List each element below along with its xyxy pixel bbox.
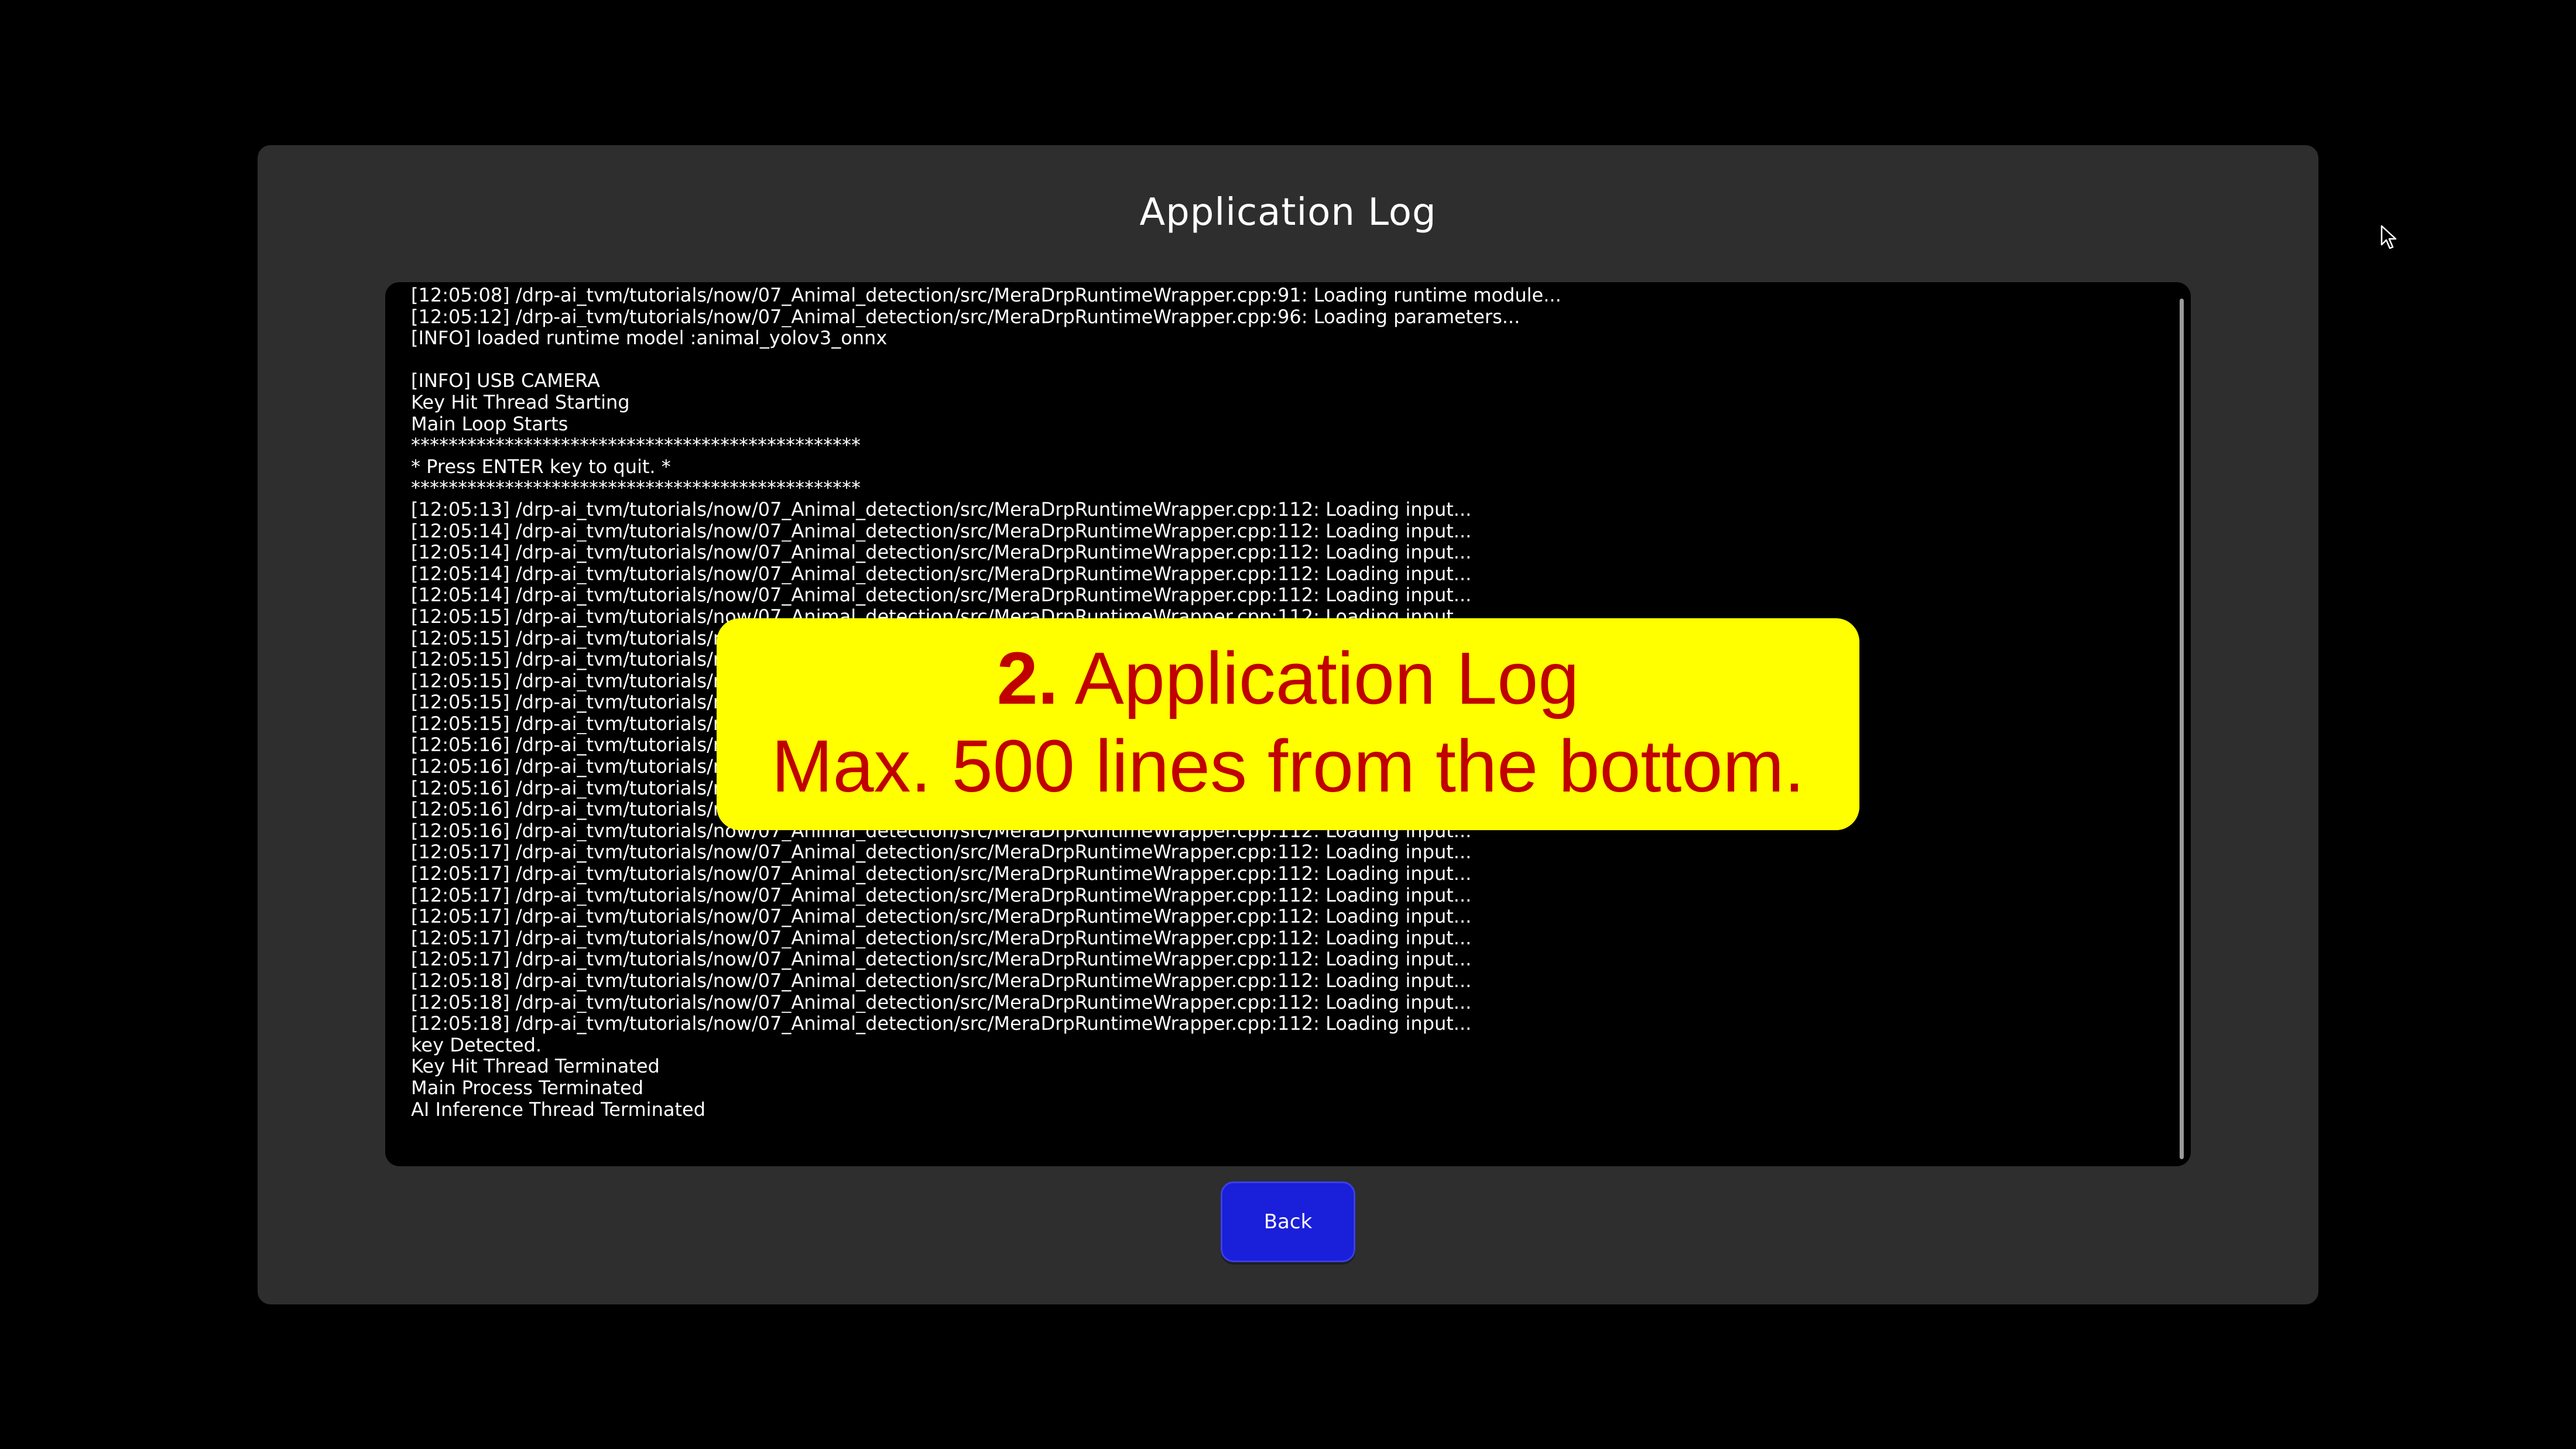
callout-subtitle: Max. 500 lines from the bottom. [771,725,1805,807]
log-line: [12:05:12] /drp-ai_tvm/tutorials/now/07_… [411,306,1520,328]
log-line: ****************************************… [411,477,861,499]
log-line: [12:05:17] /drp-ai_tvm/tutorials/now/07_… [411,884,1472,906]
log-line: [12:05:14] /drp-ai_tvm/tutorials/now/07_… [411,563,1472,585]
callout-title-line: 2. Application Log [717,635,1859,722]
page-title: Application Log [1139,191,1437,234]
annotation-callout: 2. Application Log Max. 500 lines from t… [717,618,1859,830]
callout-number: 2. [996,637,1059,720]
log-line: [12:05:14] /drp-ai_tvm/tutorials/now/07_… [411,542,1472,563]
log-line: [INFO] loaded runtime model :animal_yolo… [411,327,888,349]
log-line: [12:05:17] /drp-ai_tvm/tutorials/now/07_… [411,841,1472,864]
log-line: Key Hit Thread Starting [411,391,630,413]
log-line: [12:05:14] /drp-ai_tvm/tutorials/now/07_… [411,584,1472,606]
log-line: [12:05:18] /drp-ai_tvm/tutorials/now/07_… [411,1013,1472,1034]
log-line: [12:05:18] /drp-ai_tvm/tutorials/now/07_… [411,991,1472,1013]
callout-title: Application Log [1058,637,1580,720]
log-line: AI Inference Thread Terminated [411,1098,705,1121]
log-line: [12:05:17] /drp-ai_tvm/tutorials/now/07_… [411,927,1472,949]
log-line: [12:05:08] /drp-ai_tvm/tutorials/now/07_… [411,285,1561,306]
log-line: [12:05:17] /drp-ai_tvm/tutorials/now/07_… [411,906,1472,927]
log-line: key Detected. [411,1034,542,1056]
log-line: [12:05:17] /drp-ai_tvm/tutorials/now/07_… [411,863,1472,885]
log-line: [12:05:13] /drp-ai_tvm/tutorials/now/07_… [411,498,1472,520]
log-line: [12:05:14] /drp-ai_tvm/tutorials/now/07_… [411,520,1472,542]
mouse-pointer-icon [2380,225,2397,249]
log-line [411,349,1561,371]
log-line: Main Loop Starts [411,413,568,435]
log-line: Key Hit Thread Terminated [411,1056,660,1077]
log-scrollbar[interactable] [2178,299,2186,1159]
log-line: ****************************************… [411,434,861,456]
log-line: [12:05:18] /drp-ai_tvm/tutorials/now/07_… [411,970,1472,992]
log-line: * Press ENTER key to quit. * [411,455,671,478]
log-scrollbar-thumb[interactable] [2180,299,2184,1159]
back-button[interactable]: Back [1221,1181,1355,1262]
log-line: [12:05:17] /drp-ai_tvm/tutorials/now/07_… [411,948,1472,970]
log-line: [INFO] USB CAMERA [411,370,600,392]
log-line: Main Process Terminated [411,1077,644,1099]
